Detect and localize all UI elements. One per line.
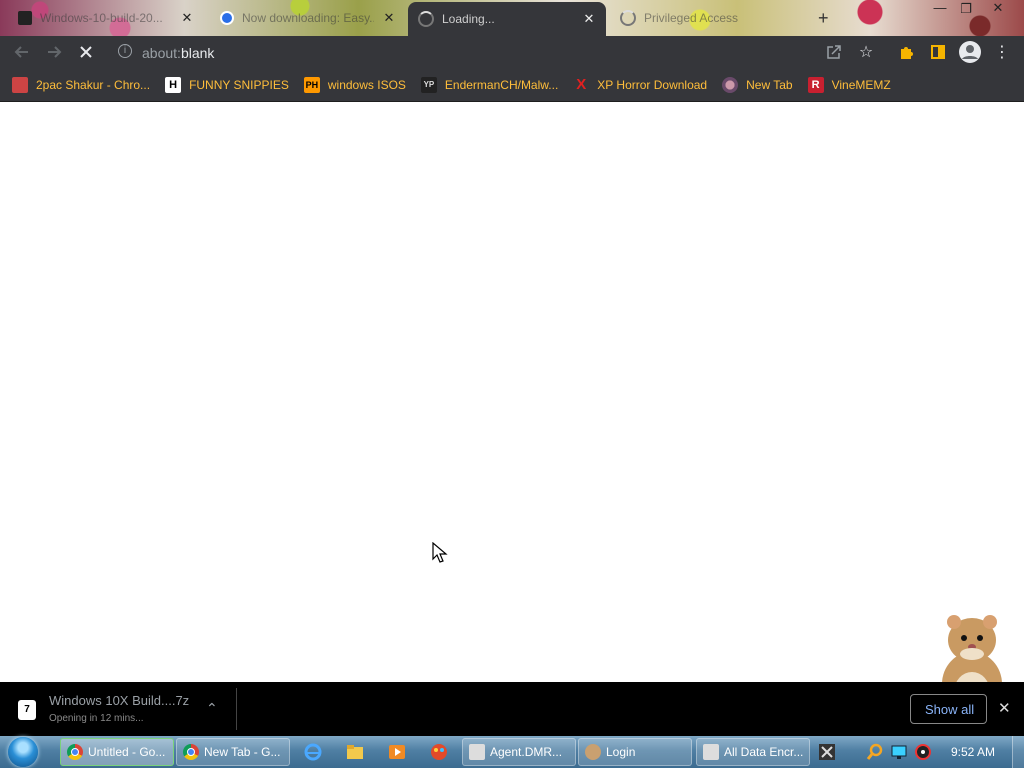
forward-arrow-icon[interactable] [42,40,66,64]
bookmark-star-icon[interactable]: ☆ [854,40,878,64]
taskbar-all-data-encrypted[interactable]: All Data Encr... [696,738,810,766]
tab-privileged-access[interactable]: Privileged Access [610,4,806,32]
bookmark-label: VineMEMZ [831,77,891,92]
bookmark-2pac[interactable]: 2pac Shakur - Chro... [12,76,151,93]
bookmark-label: windows ISOS [327,77,406,92]
close-tab-icon[interactable]: ✕ [582,11,596,27]
window-icon [469,744,485,760]
media-player-icon[interactable] [388,743,406,761]
bookmark-label: FUNNY SNIPPIES [189,77,289,92]
bookmark-funny-snippies[interactable]: H FUNNY SNIPPIES [165,76,289,93]
taskbar-button-label: Login [606,745,636,759]
loading-spinner-icon [418,11,434,27]
chrome-icon [183,744,199,760]
close-tab-icon[interactable]: ✕ [382,10,396,26]
tab-title: Privileged Access [644,11,739,25]
chevron-up-icon[interactable]: ⌃ [206,700,218,717]
bookmark-vinememz[interactable]: R VineMEMZ [807,76,891,93]
taskbar-button-label: Agent.DMR... [490,745,563,759]
download-item[interactable]: 7 Windows 10X Build....7z Opening in 12 … [8,688,237,730]
back-arrow-icon[interactable] [10,40,34,64]
internet-explorer-icon[interactable] [304,743,322,761]
globe-favicon-icon [722,76,739,93]
loading-spinner-icon [620,10,636,26]
start-button[interactable] [8,737,38,767]
download-shelf: 7 Windows 10X Build....7z Opening in 12 … [0,682,1024,736]
taskbar-agent-dmr[interactable]: Agent.DMR... [462,738,576,766]
file-explorer-icon[interactable] [346,743,364,761]
close-window-icon[interactable]: ✕ [984,0,1012,16]
url-text[interactable]: about:blank [142,45,214,61]
windows-taskbar: Untitled - Go... New Tab - G... Agent.DM… [0,736,1024,768]
chrome-icon [67,744,83,760]
taskbar-untitled-chrome[interactable]: Untitled - Go... [60,738,174,766]
user-icon [585,744,601,760]
paint-app-icon[interactable] [430,743,448,761]
show-all-button[interactable]: Show all [910,694,987,724]
extensions-puzzle-icon[interactable] [894,40,918,64]
taskbar-clock[interactable]: 9:52 AM [951,745,995,759]
close-tab-icon[interactable]: ✕ [180,10,194,26]
minimize-icon[interactable]: — [926,0,954,15]
profile-avatar-icon[interactable] [958,40,982,64]
bookmark-image-icon [12,76,28,93]
tab-title: Windows-10-build-20... [40,11,163,25]
taskbar-button-label: All Data Encr... [724,745,804,759]
show-desktop-button[interactable] [1012,736,1024,768]
7z-archive-icon: 7 [18,700,36,720]
tab-now-downloading[interactable]: Now downloading: Easy... ✕ [210,4,406,32]
share-icon[interactable] [822,40,846,64]
close-shelf-icon[interactable]: ✕ [998,699,1011,717]
menu-kebab-icon[interactable]: ⋮ [990,40,1014,64]
taskbar-login[interactable]: Login [578,738,692,766]
archive-favicon-icon [18,11,32,25]
ph-favicon-icon: PH [303,76,320,93]
tab-title: Loading... [442,12,495,26]
bookmarks-bar: 2pac Shakur - Chro... H FUNNY SNIPPIES P… [0,68,1024,102]
x-favicon-icon: X [576,76,587,93]
bookmark-label: 2pac Shakur - Chro... [36,77,151,92]
info-icon[interactable]: i [118,44,132,58]
youtube-favicon-icon: YP [420,76,437,93]
bookmark-new-tab[interactable]: New Tab [722,76,793,93]
bookmark-label: EndermanCH/Malw... [444,77,559,92]
tab-windows-build[interactable]: Windows-10-build-20... ✕ [8,4,204,32]
bookmark-endermanch[interactable]: YP EndermanCH/Malw... [420,76,559,93]
stop-loading-icon[interactable] [74,40,98,64]
tab-loading[interactable]: Loading... ✕ [408,2,606,36]
side-panel-icon[interactable] [926,40,950,64]
bookmark-windows-isos[interactable]: PH windows ISOS [303,76,406,93]
address-bar[interactable]: i about:blank [108,39,888,65]
download-status: Opening in 12 mins... [49,713,144,724]
blank-page-content [0,102,1024,682]
window-icon [703,744,719,760]
restore-icon[interactable]: ❐ [952,1,980,17]
tab-strip: Windows-10-build-20... ✕ Now downloading… [0,0,1024,36]
browser-toolbar: i about:blank ☆ ⋮ [0,36,1024,68]
tab-title: Now downloading: Easy... [242,11,374,25]
taskbar-button-label: Untitled - Go... [88,745,166,759]
taskbar-button-label: New Tab - G... [204,745,281,759]
r-favicon-icon: R [807,76,824,93]
bookmark-label: New Tab [746,77,793,92]
bookmark-xp-horror[interactable]: X XP Horror Download [573,76,708,93]
tray-search-icon[interactable] [866,743,884,761]
bookmark-label: XP Horror Download [597,77,708,92]
taskbar-new-tab-chrome[interactable]: New Tab - G... [176,738,290,766]
download-filename: Windows 10X Build....7z [49,693,190,708]
new-tab-icon[interactable]: + [818,8,829,29]
softpedia-favicon-icon [220,11,234,25]
h-favicon-icon: H [165,76,182,93]
tray-app-icon[interactable] [818,743,836,761]
network-tray-icon[interactable] [890,743,908,761]
volume-tray-icon[interactable] [914,743,932,761]
mouse-cursor-icon [432,542,448,563]
